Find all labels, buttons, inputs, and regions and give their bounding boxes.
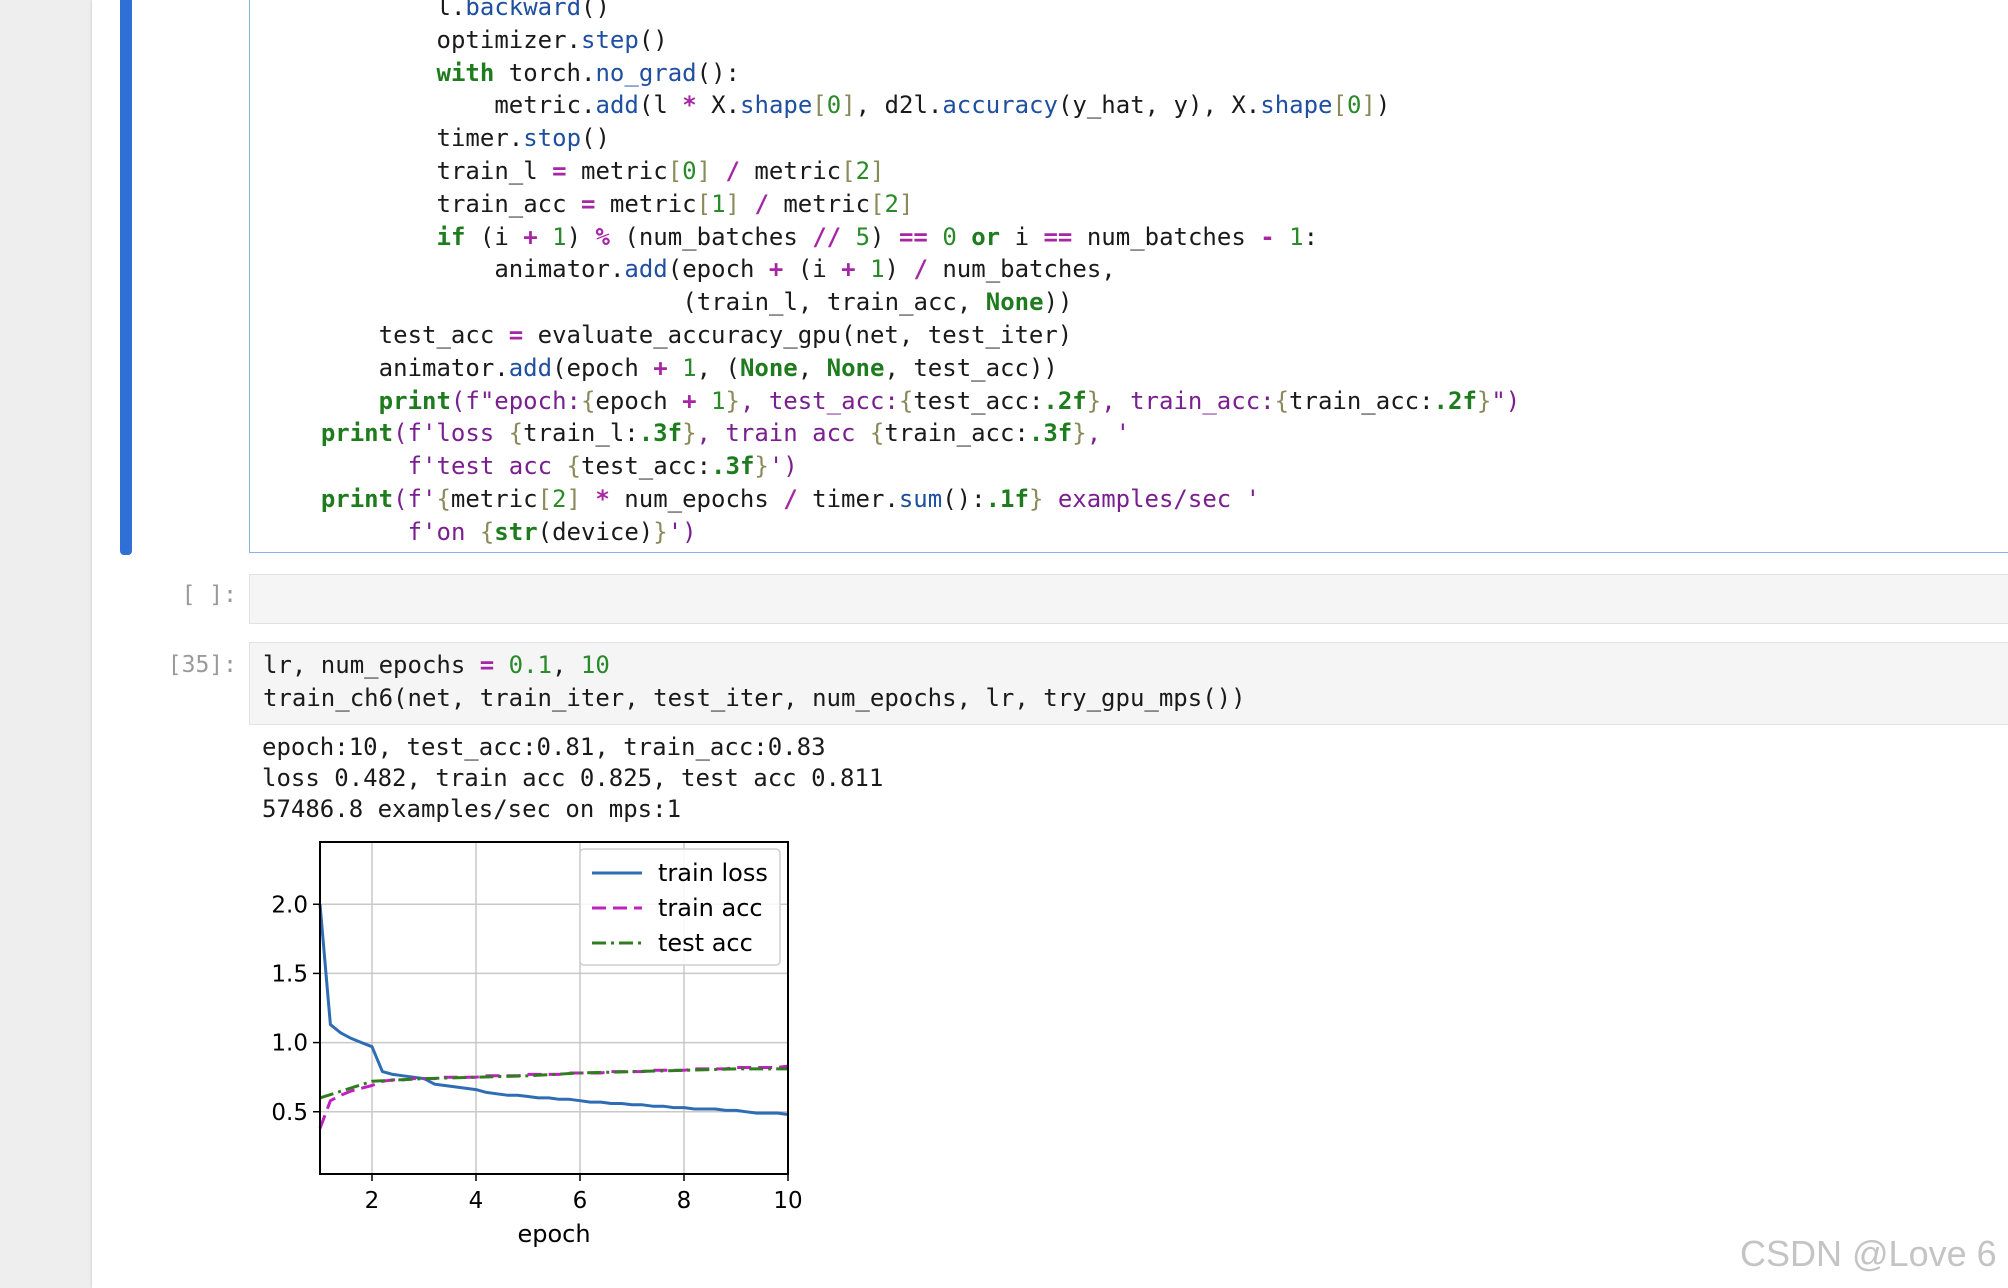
code-line: metric.add(l * X.shape[0], d2l.accuracy(… bbox=[494, 91, 1391, 120]
code-line: f'test acc {test_acc:.3f}') bbox=[407, 452, 798, 481]
legend-label: test acc bbox=[658, 929, 753, 957]
x-tick-label: 8 bbox=[677, 1188, 692, 1214]
code-line: test_acc = evaluate_accuracy_gpu(net, te… bbox=[378, 321, 1073, 349]
watermark: CSDN @Love 6 bbox=[1740, 1233, 1997, 1274]
code-line: train_ch6(net, train_iter, test_iter, nu… bbox=[263, 684, 1246, 712]
legend-label: train loss bbox=[658, 859, 768, 887]
code-line: with torch.no_grad(): bbox=[436, 58, 740, 87]
code-line: f'on {str(device)}') bbox=[407, 517, 697, 546]
legend-label: train acc bbox=[658, 894, 763, 922]
empty-cell-editor[interactable] bbox=[249, 574, 2008, 624]
code-line: if (i + 1) % (num_batches // 5) == 0 or … bbox=[436, 222, 1319, 251]
code-line: animator.add(epoch + (i + 1) / num_batch… bbox=[494, 255, 1116, 284]
code-line: train_acc = metric[1] / metric[2] bbox=[436, 189, 914, 218]
code-line: print(f'loss {train_l:.3f}, train acc {t… bbox=[320, 419, 1131, 448]
x-axis-label: epoch bbox=[517, 1220, 590, 1248]
code-cell-editor-run[interactable]: lr, num_epochs = 0.1, 10 train_ch6(net, t… bbox=[249, 642, 2008, 725]
code-line: lr, num_epochs = 0.1, 10 bbox=[263, 651, 610, 679]
y-tick-label: 0.5 bbox=[271, 1100, 308, 1126]
cell-prompt-executed: [35]: bbox=[167, 652, 237, 678]
y-tick-label: 1.5 bbox=[271, 961, 308, 987]
x-tick-label: 6 bbox=[573, 1188, 588, 1214]
code-line: l.backward() bbox=[436, 0, 610, 21]
active-cell-indicator[interactable] bbox=[120, 0, 132, 555]
x-tick-label: 4 bbox=[469, 1188, 484, 1214]
code-line: animator.add(epoch + 1, (None, None, tes… bbox=[378, 353, 1058, 382]
code-line: print(f'{metric[2] * num_epochs / timer.… bbox=[320, 485, 1261, 513]
x-tick-label: 10 bbox=[773, 1188, 802, 1214]
training-chart: 2 4 6 8 100.51.01.52.0 epoch train losstrain… bbox=[271, 841, 803, 1248]
y-tick-label: 1.0 bbox=[271, 1031, 308, 1057]
cell-prompt-empty: [ ]: bbox=[181, 582, 237, 608]
y-tick-label: 2.0 bbox=[271, 892, 308, 918]
code-line: (train_l, train_acc, None)) bbox=[682, 288, 1073, 317]
code-line: optimizer.step() bbox=[436, 25, 668, 54]
code-line: print(f"epoch:{epoch + 1}, test_acc:{tes… bbox=[378, 386, 1521, 415]
x-tick-label: 2 bbox=[365, 1188, 380, 1214]
output-line: epoch:10, test_acc:0.81, train_acc:0.83 bbox=[262, 733, 826, 761]
output-line: loss 0.482, train acc 0.825, test acc 0.… bbox=[262, 764, 884, 792]
chart-legend: train loss train acc test acc bbox=[579, 848, 781, 966]
output-line: 57486.8 examples/sec on mps:1 bbox=[262, 795, 682, 823]
code-line: timer.stop() bbox=[436, 124, 610, 153]
code-line: train_l = metric[0] / metric[2] bbox=[436, 157, 885, 185]
code-cell-editor[interactable]: l.backward() optimizer.step() with torch.n… bbox=[249, 0, 2008, 553]
